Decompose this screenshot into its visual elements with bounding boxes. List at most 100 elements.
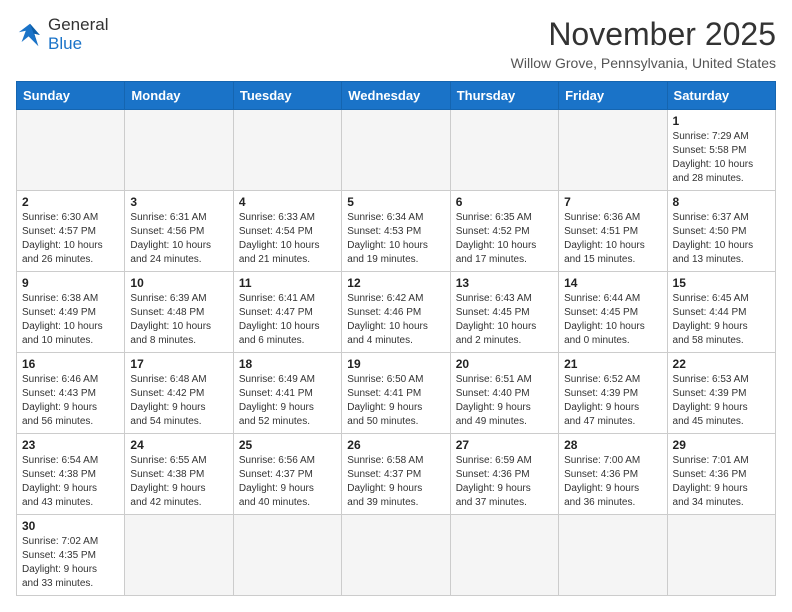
calendar-cell: 28 Sunrise: 7:00 AM Sunset: 4:36 PM Dayli… [559,434,667,515]
calendar-cell: 9 Sunrise: 6:38 AM Sunset: 4:49 PM Daylig… [17,272,125,353]
logo-icon [16,21,44,49]
day-number: 15 [673,276,770,290]
day-number: 29 [673,438,770,452]
calendar-cell [559,110,667,191]
day-number: 27 [456,438,553,452]
day-number: 28 [564,438,661,452]
day-info: Sunrise: 6:59 AM Sunset: 4:36 PM Dayligh… [456,454,553,510]
day-number: 11 [239,276,336,290]
week-row-6: 30Sunrise: 7:02 AM Sunset: 4:35 PM Dayli… [17,515,776,596]
calendar-cell: 14Sunrise: 6:44 AM Sunset: 4:45 PM Dayli… [559,272,667,353]
calendar-cell: 17 Sunrise: 6:48 AM Sunset: 4:42 PM Dayli… [125,353,233,434]
day-info: Sunrise: 6:48 AM Sunset: 4:42 PM Dayligh… [130,373,227,429]
weekday-header-thursday: Thursday [450,82,558,110]
day-info: Sunrise: 6:34 AM Sunset: 4:53 PM Dayligh… [347,211,444,267]
calendar-cell [233,515,341,596]
week-row-5: 23Sunrise: 6:54 AM Sunset: 4:38 PM Dayli… [17,434,776,515]
calendar-cell: 22 Sunrise: 6:53 AM Sunset: 4:39 PM Dayli… [667,353,775,434]
day-info: Sunrise: 6:33 AM Sunset: 4:54 PM Dayligh… [239,211,336,267]
calendar-cell [125,110,233,191]
calendar-cell: 3Sunrise: 6:31 AM Sunset: 4:56 PM Daylig… [125,191,233,272]
location: Willow Grove, Pennsylvania, United State… [511,55,776,71]
day-info: Sunrise: 6:52 AM Sunset: 4:39 PM Dayligh… [564,373,661,429]
day-number: 20 [456,357,553,371]
calendar-table: SundayMondayTuesdayWednesdayThursdayFrid… [16,81,776,596]
day-info: Sunrise: 6:55 AM Sunset: 4:38 PM Dayligh… [130,454,227,510]
day-number: 9 [22,276,119,290]
day-number: 19 [347,357,444,371]
calendar-cell [233,110,341,191]
weekday-header-saturday: Saturday [667,82,775,110]
calendar-cell: 18Sunrise: 6:49 AM Sunset: 4:41 PM Dayli… [233,353,341,434]
day-number: 24 [130,438,227,452]
day-number: 8 [673,195,770,209]
day-info: Sunrise: 6:30 AM Sunset: 4:57 PM Dayligh… [22,211,119,267]
calendar-cell [667,515,775,596]
day-info: Sunrise: 6:49 AM Sunset: 4:41 PM Dayligh… [239,373,336,429]
calendar-cell: 8Sunrise: 6:37 AM Sunset: 4:50 PM Daylig… [667,191,775,272]
calendar-cell: 19 Sunrise: 6:50 AM Sunset: 4:41 PM Dayli… [342,353,450,434]
weekday-header-monday: Monday [125,82,233,110]
day-info: Sunrise: 6:46 AM Sunset: 4:43 PM Dayligh… [22,373,119,429]
calendar-cell: 26Sunrise: 6:58 AM Sunset: 4:37 PM Dayli… [342,434,450,515]
day-info: Sunrise: 6:53 AM Sunset: 4:39 PM Dayligh… [673,373,770,429]
day-info: Sunrise: 6:36 AM Sunset: 4:51 PM Dayligh… [564,211,661,267]
calendar-cell [450,110,558,191]
day-info: Sunrise: 6:38 AM Sunset: 4:49 PM Dayligh… [22,292,119,348]
day-info: Sunrise: 7:01 AM Sunset: 4:36 PM Dayligh… [673,454,770,510]
calendar-cell: 4Sunrise: 6:33 AM Sunset: 4:54 PM Daylig… [233,191,341,272]
day-number: 6 [456,195,553,209]
calendar-cell: 16 Sunrise: 6:46 AM Sunset: 4:43 PM Dayli… [17,353,125,434]
day-number: 1 [673,114,770,128]
header: General Blue November 2025 Willow Grove,… [16,16,776,71]
calendar-cell: 24 Sunrise: 6:55 AM Sunset: 4:38 PM Dayli… [125,434,233,515]
logo: General Blue [16,16,108,53]
calendar-cell [342,110,450,191]
calendar-cell: 12Sunrise: 6:42 AM Sunset: 4:46 PM Dayli… [342,272,450,353]
logo-blue: Blue [48,35,108,54]
day-info: Sunrise: 6:58 AM Sunset: 4:37 PM Dayligh… [347,454,444,510]
week-row-1: 1 Sunrise: 7:29 AM Sunset: 5:58 PM Daylig… [17,110,776,191]
day-info: Sunrise: 6:42 AM Sunset: 4:46 PM Dayligh… [347,292,444,348]
day-info: Sunrise: 7:00 AM Sunset: 4:36 PM Dayligh… [564,454,661,510]
day-info: Sunrise: 6:51 AM Sunset: 4:40 PM Dayligh… [456,373,553,429]
day-info: Sunrise: 7:02 AM Sunset: 4:35 PM Dayligh… [22,535,119,591]
title-area: November 2025 Willow Grove, Pennsylvania… [511,16,776,71]
day-number: 16 [22,357,119,371]
calendar-cell: 30Sunrise: 7:02 AM Sunset: 4:35 PM Dayli… [17,515,125,596]
calendar-cell: 15 Sunrise: 6:45 AM Sunset: 4:44 PM Dayli… [667,272,775,353]
calendar-cell: 21Sunrise: 6:52 AM Sunset: 4:39 PM Dayli… [559,353,667,434]
calendar-cell [125,515,233,596]
day-info: Sunrise: 6:45 AM Sunset: 4:44 PM Dayligh… [673,292,770,348]
day-info: Sunrise: 6:31 AM Sunset: 4:56 PM Dayligh… [130,211,227,267]
day-number: 2 [22,195,119,209]
day-info: Sunrise: 6:43 AM Sunset: 4:45 PM Dayligh… [456,292,553,348]
day-number: 17 [130,357,227,371]
calendar-cell: 23Sunrise: 6:54 AM Sunset: 4:38 PM Dayli… [17,434,125,515]
day-info: Sunrise: 7:29 AM Sunset: 5:58 PM Dayligh… [673,130,770,186]
day-number: 13 [456,276,553,290]
day-info: Sunrise: 6:54 AM Sunset: 4:38 PM Dayligh… [22,454,119,510]
calendar-cell: 6Sunrise: 6:35 AM Sunset: 4:52 PM Daylig… [450,191,558,272]
day-info: Sunrise: 6:39 AM Sunset: 4:48 PM Dayligh… [130,292,227,348]
weekday-header-wednesday: Wednesday [342,82,450,110]
month-title: November 2025 [511,16,776,53]
day-info: Sunrise: 6:50 AM Sunset: 4:41 PM Dayligh… [347,373,444,429]
weekday-header-friday: Friday [559,82,667,110]
week-row-2: 2 Sunrise: 6:30 AM Sunset: 4:57 PM Daylig… [17,191,776,272]
calendar-cell: 20 Sunrise: 6:51 AM Sunset: 4:40 PM Dayli… [450,353,558,434]
week-row-3: 9 Sunrise: 6:38 AM Sunset: 4:49 PM Daylig… [17,272,776,353]
calendar-cell [450,515,558,596]
calendar-page: General Blue November 2025 Willow Grove,… [0,0,792,612]
day-info: Sunrise: 6:41 AM Sunset: 4:47 PM Dayligh… [239,292,336,348]
calendar-cell: 7Sunrise: 6:36 AM Sunset: 4:51 PM Daylig… [559,191,667,272]
weekday-header-sunday: Sunday [17,82,125,110]
day-number: 10 [130,276,227,290]
calendar-cell [17,110,125,191]
weekday-header-tuesday: Tuesday [233,82,341,110]
calendar-cell [342,515,450,596]
calendar-cell: 2 Sunrise: 6:30 AM Sunset: 4:57 PM Daylig… [17,191,125,272]
calendar-cell: 11 Sunrise: 6:41 AM Sunset: 4:47 PM Dayli… [233,272,341,353]
day-number: 22 [673,357,770,371]
day-number: 14 [564,276,661,290]
